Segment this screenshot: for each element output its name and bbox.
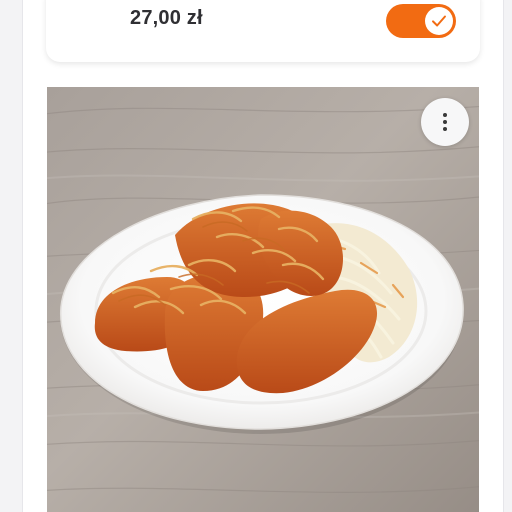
- price-label: 27,00 zł: [130, 7, 203, 29]
- more-vertical-icon: [443, 113, 447, 131]
- availability-toggle[interactable]: [386, 4, 456, 38]
- product-screen: 27,00 zł: [0, 0, 512, 512]
- checkmark-icon: [432, 15, 446, 27]
- more-options-button[interactable]: [421, 98, 469, 146]
- toggle-knob: [425, 7, 453, 35]
- price-card: 27,00 zł: [46, 0, 480, 62]
- dish-photo: [47, 87, 479, 512]
